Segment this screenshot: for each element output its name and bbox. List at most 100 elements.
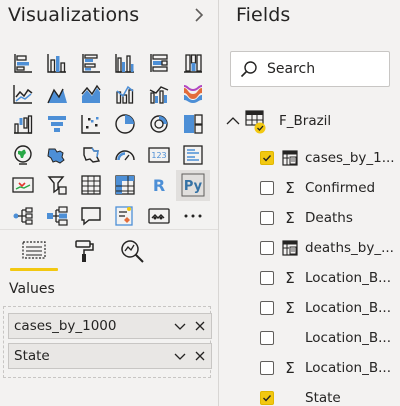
search-icon bbox=[240, 61, 257, 78]
checkbox-unchecked[interactable] bbox=[260, 181, 274, 195]
calc-table-icon bbox=[281, 239, 299, 257]
fields-tab-icon[interactable] bbox=[16, 234, 52, 268]
fields-pane: Fields F_Brazil cases_by_1... Σ Confirme… bbox=[218, 0, 400, 406]
checkbox-checked[interactable] bbox=[260, 151, 274, 165]
key-influencers-icon[interactable] bbox=[6, 201, 40, 232]
calc-table-icon bbox=[281, 149, 299, 167]
svg-text:R: R bbox=[153, 176, 165, 195]
visualizations-pane: Visualizations 123 R Py Values cases_by_… bbox=[0, 0, 218, 406]
well-field-label: State bbox=[14, 348, 50, 364]
checkbox-unchecked[interactable] bbox=[260, 271, 274, 285]
blank-type-icon bbox=[281, 329, 299, 347]
chevron-down-icon[interactable] bbox=[171, 347, 189, 365]
field-row[interactable]: Σ Location_B... bbox=[260, 266, 400, 290]
100-stacked-bar-chart-icon[interactable] bbox=[142, 48, 176, 79]
area-chart-icon[interactable] bbox=[40, 79, 74, 110]
matrix-icon[interactable] bbox=[108, 170, 142, 201]
clustered-column-chart-icon[interactable] bbox=[108, 48, 142, 79]
gallery-divider bbox=[0, 229, 218, 230]
search-input[interactable] bbox=[267, 61, 377, 77]
sigma-icon: Σ bbox=[285, 209, 295, 227]
sigma-icon: Σ bbox=[285, 179, 295, 197]
checkbox-unchecked[interactable] bbox=[260, 211, 274, 225]
fields-search-box[interactable] bbox=[230, 51, 390, 87]
remove-field-close-icon[interactable] bbox=[191, 347, 209, 365]
field-row[interactable]: Σ Location_B... bbox=[260, 356, 400, 380]
shape-map-icon[interactable] bbox=[74, 140, 108, 171]
python-visual-icon[interactable]: Py bbox=[176, 170, 210, 201]
field-name: Confirmed bbox=[305, 180, 376, 196]
stacked-area-chart-icon[interactable] bbox=[74, 79, 108, 110]
clustered-bar-chart-icon[interactable] bbox=[74, 48, 108, 79]
qa-visual-icon[interactable] bbox=[74, 201, 108, 232]
values-well[interactable]: cases_by_1000 State bbox=[3, 306, 212, 378]
smart-narrative-icon[interactable] bbox=[108, 201, 142, 232]
field-name: State bbox=[305, 390, 341, 406]
chevron-down-icon[interactable] bbox=[171, 317, 189, 335]
well-field-pill[interactable]: State bbox=[8, 343, 212, 369]
r-script-visual-icon[interactable]: R bbox=[142, 170, 176, 201]
field-name: deaths_by_... bbox=[305, 240, 394, 256]
checkbox-unchecked[interactable] bbox=[260, 331, 274, 345]
field-row[interactable]: Σ Confirmed bbox=[260, 176, 400, 200]
values-well-label: Values bbox=[9, 281, 55, 297]
field-row[interactable]: Σ Location_B... bbox=[260, 296, 400, 320]
svg-text:Py: Py bbox=[184, 179, 203, 194]
svg-text:123: 123 bbox=[151, 151, 166, 160]
treemap-icon[interactable] bbox=[176, 109, 210, 140]
line-and-clustered-column-chart-icon[interactable] bbox=[142, 79, 176, 110]
line-and-stacked-column-chart-icon[interactable] bbox=[108, 79, 142, 110]
field-name: Deaths bbox=[305, 210, 353, 226]
sigma-icon: Σ bbox=[285, 269, 295, 287]
stacked-column-chart-icon[interactable] bbox=[40, 48, 74, 79]
active-tab-underline bbox=[10, 268, 58, 271]
map-icon[interactable] bbox=[6, 140, 40, 171]
checkbox-unchecked[interactable] bbox=[260, 361, 274, 375]
sigma-icon: Σ bbox=[285, 359, 295, 377]
checkbox-checked[interactable] bbox=[260, 391, 274, 405]
sigma-icon: Σ bbox=[285, 299, 295, 317]
waterfall-chart-icon[interactable] bbox=[6, 109, 40, 140]
ribbon-chart-icon[interactable] bbox=[176, 79, 210, 110]
analytics-magnifier-icon[interactable] bbox=[114, 234, 150, 268]
collapse-pane-chevron-icon[interactable] bbox=[190, 5, 208, 25]
scatter-chart-icon[interactable] bbox=[74, 109, 108, 140]
100-stacked-column-chart-icon[interactable] bbox=[176, 48, 210, 79]
gauge-icon[interactable] bbox=[108, 140, 142, 171]
remove-field-close-icon[interactable] bbox=[191, 317, 209, 335]
line-chart-icon[interactable] bbox=[6, 79, 40, 110]
kpi-icon[interactable] bbox=[6, 170, 40, 201]
visualizations-title: Visualizations bbox=[8, 4, 140, 26]
field-name: Location_B... bbox=[305, 270, 391, 286]
pie-chart-icon[interactable] bbox=[108, 109, 142, 140]
table-node-f-brazil[interactable]: F_Brazil bbox=[225, 108, 331, 134]
field-row[interactable]: deaths_by_... bbox=[260, 236, 400, 260]
blank-type-icon bbox=[281, 389, 299, 406]
well-field-pill[interactable]: cases_by_1000 bbox=[8, 313, 212, 339]
field-row[interactable]: State bbox=[260, 386, 400, 406]
more-visuals-icon[interactable] bbox=[176, 201, 210, 232]
donut-chart-icon[interactable] bbox=[142, 109, 176, 140]
stacked-bar-chart-icon[interactable] bbox=[6, 48, 40, 79]
table-icon[interactable] bbox=[74, 170, 108, 201]
field-name: Location_B... bbox=[305, 300, 391, 316]
field-row[interactable]: Location_B... bbox=[260, 326, 400, 350]
field-row[interactable]: cases_by_1... bbox=[260, 146, 400, 170]
chevron-up-icon[interactable] bbox=[225, 113, 241, 129]
field-name: Location_B... bbox=[305, 330, 391, 346]
field-row[interactable]: Σ Deaths bbox=[260, 206, 400, 230]
card-icon[interactable]: 123 bbox=[142, 140, 176, 171]
visual-gallery: 123 R Py bbox=[6, 48, 210, 231]
well-field-label: cases_by_1000 bbox=[14, 318, 117, 334]
multi-row-card-icon[interactable] bbox=[176, 140, 210, 171]
fields-title: Fields bbox=[236, 4, 291, 26]
format-paint-roller-icon[interactable] bbox=[66, 234, 102, 268]
decomposition-tree-icon[interactable] bbox=[40, 201, 74, 232]
checkbox-unchecked[interactable] bbox=[260, 241, 274, 255]
filled-map-icon[interactable] bbox=[40, 140, 74, 171]
paginated-report-icon[interactable] bbox=[142, 201, 176, 232]
table-name: F_Brazil bbox=[279, 113, 332, 129]
checkbox-unchecked[interactable] bbox=[260, 301, 274, 315]
funnel-chart-icon[interactable] bbox=[40, 109, 74, 140]
slicer-icon[interactable] bbox=[40, 170, 74, 201]
